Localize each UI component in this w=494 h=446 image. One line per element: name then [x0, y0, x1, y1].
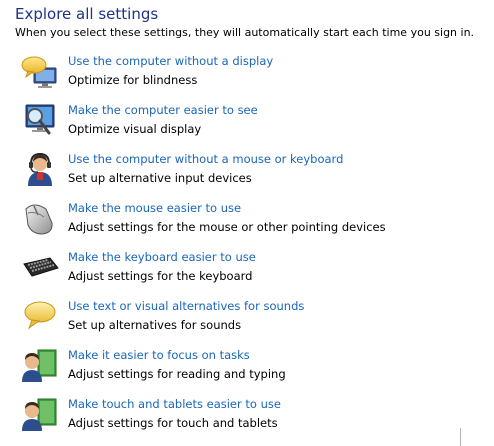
divider-line [460, 428, 461, 446]
link-without-display[interactable]: Use the computer without a display [68, 54, 273, 68]
setting-item-keyboard: Make the keyboard easier to use Adjust s… [20, 250, 460, 294]
link-keyboard[interactable]: Make the keyboard easier to use [68, 250, 256, 264]
setting-item-without-mouse-keyboard: Use the computer without a mouse or keyb… [20, 152, 460, 196]
desc-sounds: Set up alternatives for sounds [68, 318, 242, 332]
desc-without-display: Optimize for blindness [68, 73, 198, 87]
setting-item-without-display: Use the computer without a display Optim… [20, 54, 460, 98]
section-heading: Explore all settings [15, 5, 159, 23]
link-focus-tasks[interactable]: Make it easier to focus on tasks [68, 348, 250, 362]
user-book-icon [20, 397, 60, 433]
desc-touch-tablets: Adjust settings for touch and tablets [68, 416, 278, 430]
setting-item-easier-to-see: Make the computer easier to see Optimize… [20, 103, 460, 147]
user-book-icon [20, 348, 60, 384]
user-headset-icon [20, 152, 60, 188]
setting-item-mouse: Make the mouse easier to use Adjust sett… [20, 201, 460, 245]
desc-easier-to-see: Optimize visual display [68, 122, 202, 136]
section-subtitle: When you select these settings, they wil… [15, 26, 475, 39]
desc-mouse: Adjust settings for the mouse or other p… [68, 220, 386, 234]
keyboard-icon [20, 250, 60, 286]
link-sounds[interactable]: Use text or visual alternatives for soun… [68, 299, 304, 313]
speech-bubble-icon [20, 299, 60, 335]
desc-without-mouse-keyboard: Set up alternative input devices [68, 171, 252, 185]
link-touch-tablets[interactable]: Make touch and tablets easier to use [68, 397, 281, 411]
link-without-mouse-keyboard[interactable]: Use the computer without a mouse or keyb… [68, 152, 343, 166]
speech-bubble-monitor-icon [20, 54, 60, 90]
desc-keyboard: Adjust settings for the keyboard [68, 269, 253, 283]
setting-item-focus-tasks: Make it easier to focus on tasks Adjust … [20, 348, 460, 392]
link-easier-to-see[interactable]: Make the computer easier to see [68, 103, 258, 117]
magnifier-monitor-icon [20, 103, 60, 139]
desc-focus-tasks: Adjust settings for reading and typing [68, 367, 286, 381]
mouse-icon [20, 201, 60, 237]
setting-item-sounds: Use text or visual alternatives for soun… [20, 299, 460, 343]
setting-item-touch-tablets: Make touch and tablets easier to use Adj… [20, 397, 460, 441]
link-mouse[interactable]: Make the mouse easier to use [68, 201, 241, 215]
